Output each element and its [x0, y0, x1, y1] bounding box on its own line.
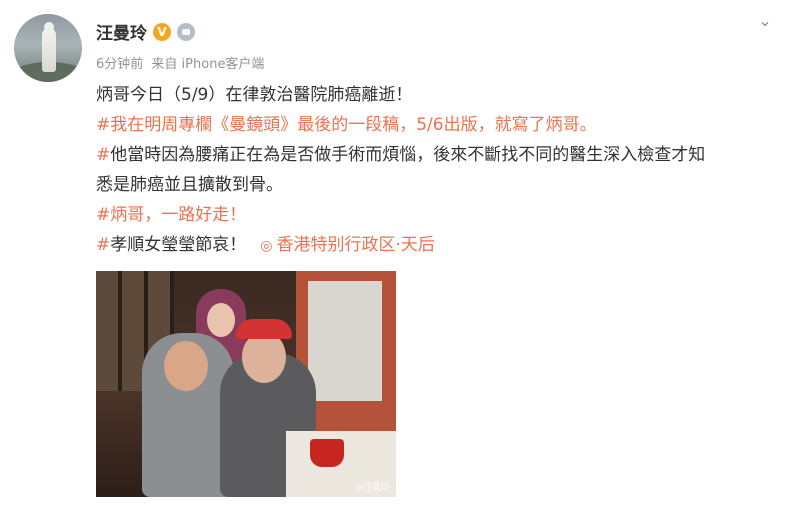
photo-person-back-face — [207, 303, 235, 337]
post-header: 汪曼玲 V — [96, 19, 195, 44]
avatar[interactable] — [14, 14, 82, 82]
hashtag-symbol[interactable]: # — [96, 145, 110, 165]
photo-red-cap — [236, 319, 292, 339]
member-icon — [177, 22, 195, 41]
photo-door-window — [308, 281, 382, 401]
post-photo[interactable]: @汪曼玲 — [96, 271, 396, 497]
photo-red-cup — [310, 439, 344, 467]
post-text: 他當時因為腰痛正在為是否做手術而煩惱，後來不斷找不同的醫生深入檢查才知 — [110, 145, 706, 165]
post-line: #孝順女瑩瑩節哀！ ◎ 香港特别行政区·天后 — [96, 230, 786, 261]
post-line: #他當時因為腰痛正在為是否做手術而煩惱，後來不斷找不同的醫生深入檢查才知 — [96, 140, 786, 170]
location-pin-icon: ◎ — [260, 238, 273, 254]
post-meta: 6分钟前 来自 iPhone客户端 — [96, 53, 268, 72]
post-line: 炳哥今日（5/9）在律敦治醫院肺癌離逝！ — [96, 85, 413, 105]
verified-badge-icon: V — [153, 22, 171, 41]
avatar-statue — [42, 28, 56, 72]
post-source: 来自 iPhone客户端 — [151, 57, 265, 72]
topic-link[interactable]: #我在明周專欄《曼鏡頭》最後的一段稿，5/6出版，就寫了炳哥。 — [96, 110, 786, 140]
user-name[interactable]: 汪曼玲 — [96, 19, 147, 44]
location-label: 香港特别行政区·天后 — [276, 235, 435, 255]
post-time[interactable]: 6分钟前 — [96, 57, 143, 72]
post-text: 孝順女瑩瑩節哀！ — [110, 235, 247, 255]
hashtag-symbol[interactable]: # — [96, 235, 110, 255]
avatar-statue-head — [44, 22, 54, 32]
photo-watermark: @汪曼玲 — [353, 483, 390, 493]
topic-link[interactable]: #炳哥，一路好走！ — [96, 200, 786, 230]
location-link[interactable]: ◎ 香港特别行政区·天后 — [260, 235, 435, 255]
post-line: 悉是肺癌並且擴散到骨。 — [96, 175, 283, 195]
chevron-down-icon[interactable]: ⌄ — [756, 12, 774, 30]
post-content: 炳哥今日（5/9）在律敦治醫院肺癌離逝！ #我在明周專欄《曼鏡頭》最後的一段稿，… — [96, 80, 786, 261]
photo-person-left-face — [164, 341, 208, 391]
